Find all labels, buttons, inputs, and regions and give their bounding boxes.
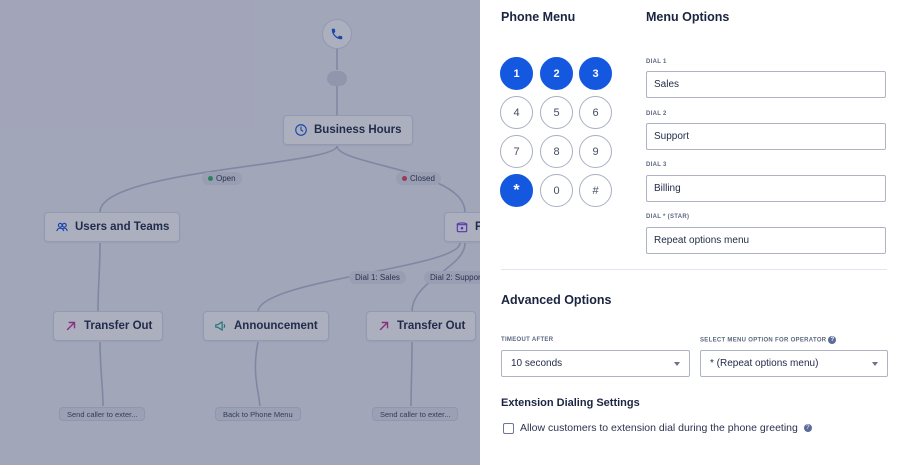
operator-label: SELECT MENU OPTION FOR OPERATOR? <box>700 336 837 344</box>
keypad-key-3[interactable]: 3 <box>579 57 612 90</box>
chevron-down-icon <box>872 362 878 366</box>
menu-options-title: Menu Options <box>646 10 730 24</box>
help-icon[interactable]: ? <box>828 336 837 344</box>
timeout-label: TIMEOUT AFTER <box>501 337 554 343</box>
keypad-key-hash[interactable]: # <box>579 174 612 207</box>
keypad-key-1[interactable]: 1 <box>500 57 533 90</box>
dial-star-input[interactable] <box>646 227 886 254</box>
timeout-select[interactable]: 10 seconds <box>501 350 690 377</box>
section-divider <box>501 269 887 270</box>
dial-1-label: DIAL 1 <box>646 59 667 65</box>
dial-3-input[interactable] <box>646 175 886 202</box>
extension-dial-option[interactable]: Allow customers to extension dial during… <box>503 422 812 434</box>
help-icon[interactable]: ? <box>803 424 812 432</box>
keypad-key-4[interactable]: 4 <box>500 96 533 129</box>
advanced-options-title: Advanced Options <box>501 293 612 307</box>
flow-canvas[interactable]: Business Hours Open Closed Users and Tea… <box>0 0 480 465</box>
chevron-down-icon <box>674 362 680 366</box>
extension-dial-checkbox[interactable] <box>503 422 514 434</box>
phone-menu-title: Phone Menu <box>501 10 576 24</box>
dial-star-label: DIAL * (STAR) <box>646 214 690 220</box>
dial-1-input[interactable] <box>646 71 886 98</box>
operator-value: * (Repeat options menu) <box>710 358 819 369</box>
timeout-value: 10 seconds <box>511 358 563 369</box>
extension-dialing-title: Extension Dialing Settings <box>501 397 640 409</box>
keypad-key-6[interactable]: 6 <box>579 96 612 129</box>
keypad-key-2[interactable]: 2 <box>540 57 573 90</box>
operator-select[interactable]: * (Repeat options menu) <box>700 350 888 377</box>
keypad-key-5[interactable]: 5 <box>540 96 573 129</box>
dial-2-label: DIAL 2 <box>646 111 667 117</box>
extension-dial-label: Allow customers to extension dial during… <box>520 422 798 434</box>
dial-2-input[interactable] <box>646 123 886 150</box>
operator-label-text: SELECT MENU OPTION FOR OPERATOR <box>700 337 827 344</box>
phone-menu-settings-panel: Phone Menu Menu Options 1 2 3 4 5 6 7 8 … <box>480 0 900 465</box>
dial-3-label: DIAL 3 <box>646 162 667 168</box>
keypad-key-7[interactable]: 7 <box>500 135 533 168</box>
modal-backdrop[interactable] <box>0 0 480 465</box>
keypad-key-0[interactable]: 0 <box>540 174 573 207</box>
keypad-key-star[interactable]: * <box>500 174 533 207</box>
keypad-key-9[interactable]: 9 <box>579 135 612 168</box>
keypad-key-8[interactable]: 8 <box>540 135 573 168</box>
